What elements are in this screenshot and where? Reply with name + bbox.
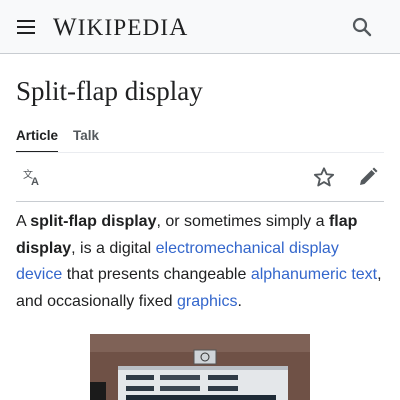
top-header: WIKIPEDIA (0, 0, 400, 54)
tab-talk[interactable]: Talk (73, 125, 99, 153)
tab-article[interactable]: Article (16, 125, 59, 153)
star-icon[interactable] (308, 161, 340, 193)
language-icon[interactable]: 文 A (16, 161, 48, 193)
page-title: Split-flap display (16, 76, 203, 106)
namespace-tabs: Article Talk (16, 125, 114, 153)
actions-divider (16, 201, 384, 202)
lead-paragraph: A split-flap display, or sometimes simpl… (16, 213, 382, 310)
svg-text:A: A (31, 176, 39, 187)
bold-term: split-flap display (30, 213, 157, 230)
wikipedia-wordmark[interactable]: WIKIPEDIA (53, 14, 189, 42)
hamburger-menu-icon[interactable] (10, 11, 42, 43)
link-graphics[interactable]: graphics (177, 293, 237, 310)
link-alphanumeric-text[interactable]: alphanumeric text (251, 266, 377, 283)
search-icon[interactable] (346, 11, 378, 43)
article-thumbnail-image[interactable] (90, 334, 310, 400)
pencil-icon[interactable] (352, 161, 384, 193)
tabs-divider (16, 152, 384, 153)
